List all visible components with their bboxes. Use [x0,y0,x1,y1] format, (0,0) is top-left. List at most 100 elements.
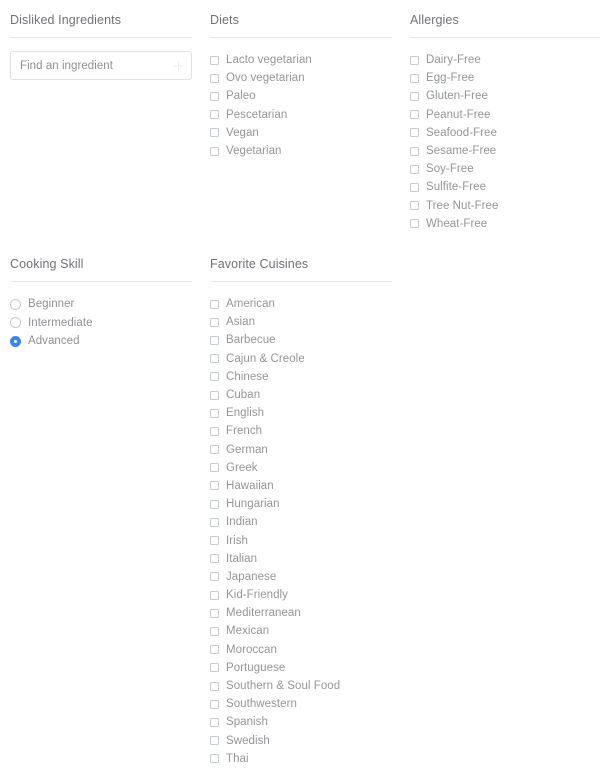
checkbox-unchecked-icon[interactable] [410,91,419,101]
checkbox-option-row[interactable]: Asian [210,313,392,331]
checkbox-unchecked-icon[interactable] [410,128,419,138]
checkbox-unchecked-icon[interactable] [210,736,219,746]
checkbox-option-row[interactable]: Lacto vegetarian [210,51,392,69]
checkbox-unchecked-icon[interactable] [210,663,219,673]
checkbox-option-row[interactable]: Mexican [210,622,392,640]
checkbox-unchecked-icon[interactable] [210,536,219,546]
option-label: Soy-Free [426,163,474,176]
checkbox-option-row[interactable]: Swedish [210,732,392,750]
checkbox-unchecked-icon[interactable] [210,110,219,120]
radio-unchecked-icon[interactable] [10,317,21,329]
checkbox-option-row[interactable]: Soy-Free [410,160,600,178]
checkbox-unchecked-icon[interactable] [210,299,219,309]
checkbox-unchecked-icon[interactable] [210,626,219,636]
checkbox-unchecked-icon[interactable] [210,128,219,138]
checkbox-unchecked-icon[interactable] [210,554,219,564]
checkbox-option-row[interactable]: Mediterranean [210,604,392,622]
checkbox-unchecked-icon[interactable] [410,146,419,156]
checkbox-unchecked-icon[interactable] [210,645,219,655]
checkbox-option-row[interactable]: Sesame-Free [410,142,600,160]
checkbox-option-row[interactable]: English [210,404,392,422]
radio-checked-icon[interactable] [10,335,21,347]
checkbox-option-row[interactable]: Peanut-Free [410,106,600,124]
checkbox-unchecked-icon[interactable] [210,572,219,582]
checkbox-option-row[interactable]: Moroccan [210,641,392,659]
checkbox-unchecked-icon[interactable] [210,354,219,364]
checkbox-option-row[interactable]: Ovo vegetarian [210,69,392,87]
section-body-favorite-cuisines: American Asian Barbecue Cajun & Creole Chine… [210,282,392,768]
checkbox-unchecked-icon[interactable] [210,426,219,436]
checkbox-option-row[interactable]: Gluten-Free [410,87,600,105]
checkbox-unchecked-icon[interactable] [410,110,419,120]
checkbox-unchecked-icon[interactable] [210,73,219,83]
checkbox-option-row[interactable]: Spanish [210,713,392,731]
checkbox-option-row[interactable]: Seafood-Free [410,124,600,142]
option-label: Advanced [28,335,80,348]
checkbox-option-row[interactable]: Italian [210,550,392,568]
checkbox-option-row[interactable]: Vegan [210,124,392,142]
checkbox-option-row[interactable]: American [210,295,392,313]
checkbox-option-row[interactable]: Greek [210,459,392,477]
checkbox-unchecked-icon[interactable] [210,372,219,382]
checkbox-option-row[interactable]: Hungarian [210,495,392,513]
checkbox-unchecked-icon[interactable] [210,681,219,691]
checkbox-option-row[interactable]: Kid-Friendly [210,586,392,604]
checkbox-option-row[interactable]: Barbecue [210,331,392,349]
checkbox-option-row[interactable]: Wheat-Free [410,215,600,233]
checkbox-option-row[interactable]: Paleo [210,87,392,105]
checkbox-unchecked-icon[interactable] [210,390,219,400]
checkbox-unchecked-icon[interactable] [210,717,219,727]
checkbox-unchecked-icon[interactable] [210,699,219,709]
checkbox-unchecked-icon[interactable] [210,445,219,455]
radio-option-row[interactable]: Advanced [10,332,192,351]
checkbox-option-row[interactable]: Hawaiian [210,477,392,495]
plus-icon[interactable] [174,61,183,70]
checkbox-unchecked-icon[interactable] [210,317,219,327]
option-label: Ovo vegetarian [226,72,305,85]
checkbox-unchecked-icon[interactable] [210,608,219,618]
checkbox-unchecked-icon[interactable] [210,481,219,491]
checkbox-unchecked-icon[interactable] [410,55,419,65]
option-label: Mexican [226,625,270,638]
checkbox-option-row[interactable]: Vegetarian [210,142,392,160]
checkbox-option-row[interactable]: French [210,422,392,440]
checkbox-unchecked-icon[interactable] [210,517,219,527]
checkbox-option-row[interactable]: Pescetarian [210,106,392,124]
checkbox-option-row[interactable]: Cajun & Creole [210,350,392,368]
checkbox-option-row[interactable]: Portuguese [210,659,392,677]
checkbox-option-row[interactable]: Indian [210,513,392,531]
checkbox-option-row[interactable]: Dairy-Free [410,51,600,69]
checkbox-option-row[interactable]: Egg-Free [410,69,600,87]
checkbox-unchecked-icon[interactable] [210,754,219,764]
ingredient-search-box[interactable]: Find an ingredient [10,51,192,80]
checkbox-option-row[interactable]: Sulfite-Free [410,178,600,196]
checkbox-unchecked-icon[interactable] [210,408,219,418]
checkbox-unchecked-icon[interactable] [210,335,219,345]
checkbox-unchecked-icon[interactable] [410,182,419,192]
checkbox-option-row[interactable]: Tree Nut-Free [410,197,600,215]
radio-unchecked-icon[interactable] [10,298,21,310]
checkbox-option-row[interactable]: Cuban [210,386,392,404]
checkbox-unchecked-icon[interactable] [210,55,219,65]
checkbox-unchecked-icon[interactable] [210,590,219,600]
checkbox-unchecked-icon[interactable] [210,463,219,473]
option-label: Southern & Soul Food [226,680,341,693]
checkbox-unchecked-icon[interactable] [410,73,419,83]
checkbox-option-row[interactable]: German [210,441,392,459]
checkbox-option-row[interactable]: Irish [210,531,392,549]
checkbox-option-row[interactable]: Chinese [210,368,392,386]
radio-option-row[interactable]: Intermediate [10,314,192,333]
option-label: Tree Nut-Free [426,199,499,212]
checkbox-unchecked-icon[interactable] [210,146,219,156]
checkbox-unchecked-icon[interactable] [210,499,219,509]
checkbox-option-row[interactable]: Southern & Soul Food [210,677,392,695]
checkbox-option-row[interactable]: Southwestern [210,695,392,713]
checkbox-unchecked-icon[interactable] [410,164,419,174]
checkbox-unchecked-icon[interactable] [410,219,419,229]
checkbox-unchecked-icon[interactable] [410,201,419,211]
radio-option-row[interactable]: Beginner [10,295,192,314]
checkbox-unchecked-icon[interactable] [210,91,219,101]
option-label: Thai [226,752,249,765]
checkbox-option-row[interactable]: Thai [210,750,392,768]
checkbox-option-row[interactable]: Japanese [210,568,392,586]
